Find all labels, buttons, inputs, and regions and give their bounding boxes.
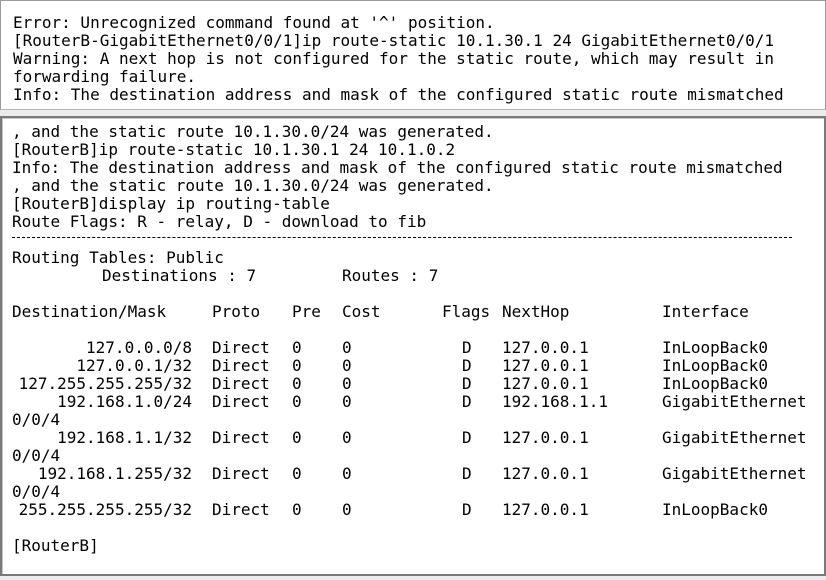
cell-flags: D xyxy=(462,464,472,483)
cell-pre: 0 xyxy=(292,374,302,393)
cell-interface: GigabitEthernet xyxy=(662,392,807,411)
cell-cost: 0 xyxy=(342,428,352,447)
cell-interface: GigabitEthernet xyxy=(662,464,807,483)
cell-nexthop: 127.0.0.1 xyxy=(502,464,589,483)
col-header-destination-mask: Destination/Mask xyxy=(12,302,167,321)
cell-cost: 0 xyxy=(342,500,352,519)
cell-nexthop: 192.168.1.1 xyxy=(502,392,608,411)
output-line: Info: The destination address and mask o… xyxy=(12,158,783,177)
cell-destination-mask: 192.168.1.255/32 xyxy=(37,464,192,483)
output-line: Warning: A next hop is not configured fo… xyxy=(13,49,774,68)
cell-interface: InLoopBack0 xyxy=(662,374,768,393)
col-header-cost: Cost xyxy=(342,302,381,321)
cell-pre: 0 xyxy=(292,464,302,483)
lower-output-pane[interactable]: , and the static route 10.1.30.0/24 was … xyxy=(0,116,826,576)
output-line: [RouterB]display ip routing-table xyxy=(12,194,330,213)
cell-cost: 0 xyxy=(342,338,352,357)
upper-output-pane[interactable]: Error: Unrecognized command found at '^'… xyxy=(0,0,826,110)
cell-nexthop: 127.0.0.1 xyxy=(502,500,589,519)
cell-flags: D xyxy=(462,338,472,357)
cell-pre: 0 xyxy=(292,356,302,375)
col-header-flags: Flags xyxy=(442,302,491,321)
output-line: Route Flags: R - relay, D - download to … xyxy=(12,212,427,231)
terminal-window: Error: Unrecognized command found at '^'… xyxy=(0,0,826,580)
cell-interface: InLoopBack0 xyxy=(662,338,768,357)
output-line: forwarding failure. xyxy=(13,67,197,86)
destinations-count: Destinations : 7 xyxy=(102,266,257,285)
cell-nexthop: 127.0.0.1 xyxy=(502,356,589,375)
cell-interface: GigabitEthernet xyxy=(662,428,807,447)
cell-proto: Direct xyxy=(212,356,270,375)
cell-destination-mask: 127.255.255.255/32 xyxy=(18,374,192,393)
cell-cost: 0 xyxy=(342,464,352,483)
cell-destination-mask: 192.168.1.1/32 xyxy=(57,428,192,447)
cell-flags: D xyxy=(462,500,472,519)
cell-pre: 0 xyxy=(292,338,302,357)
cell-destination-mask: 192.168.1.0/24 xyxy=(57,392,192,411)
cell-flags: D xyxy=(462,428,472,447)
cell-cost: 0 xyxy=(342,356,352,375)
col-header-pre: Pre xyxy=(292,302,321,321)
cell-pre: 0 xyxy=(292,392,302,411)
output-line: , and the static route 10.1.30.0/24 was … xyxy=(12,122,494,141)
cell-proto: Direct xyxy=(212,374,270,393)
cell-interface-wrap: 0/0/4 xyxy=(12,410,61,429)
output-line: [RouterB-GigabitEthernet0/0/1]ip route-s… xyxy=(13,31,774,50)
output-line: [RouterB]ip route-static 10.1.30.1 24 10… xyxy=(12,140,456,159)
cli-prompt[interactable]: [RouterB] xyxy=(12,537,99,555)
cell-flags: D xyxy=(462,356,472,375)
cell-destination-mask: 127.0.0.1/32 xyxy=(76,356,192,375)
cell-flags: D xyxy=(462,392,472,411)
cell-interface: InLoopBack0 xyxy=(662,356,768,375)
cell-interface-wrap: 0/0/4 xyxy=(12,482,61,501)
cell-destination-mask: 127.0.0.0/8 xyxy=(86,338,192,357)
cell-nexthop: 127.0.0.1 xyxy=(502,338,589,357)
cell-proto: Direct xyxy=(212,392,270,411)
routes-count: Routes : 7 xyxy=(342,266,439,285)
cell-proto: Direct xyxy=(212,500,270,519)
cell-cost: 0 xyxy=(342,392,352,411)
output-line: Info: The destination address and mask o… xyxy=(13,85,784,104)
cell-interface: InLoopBack0 xyxy=(662,500,768,519)
cell-nexthop: 127.0.0.1 xyxy=(502,428,589,447)
col-header-nexthop: NextHop xyxy=(502,302,570,321)
routing-tables-label: Routing Tables: Public xyxy=(12,248,224,267)
cell-pre: 0 xyxy=(292,500,302,519)
cell-flags: D xyxy=(462,374,472,393)
cell-proto: Direct xyxy=(212,464,270,483)
cell-destination-mask: 255.255.255.255/32 xyxy=(18,500,192,519)
cell-interface-wrap: 0/0/4 xyxy=(12,446,61,465)
output-line: Error: Unrecognized command found at '^'… xyxy=(13,13,495,32)
col-header-proto: Proto xyxy=(212,302,261,321)
separator-line xyxy=(12,237,792,238)
output-line: , and the static route 10.1.30.0/24 was … xyxy=(12,176,494,195)
cell-cost: 0 xyxy=(342,374,352,393)
cell-proto: Direct xyxy=(212,338,270,357)
cell-proto: Direct xyxy=(212,428,270,447)
col-header-interface: Interface xyxy=(662,302,749,321)
cell-nexthop: 127.0.0.1 xyxy=(502,374,589,393)
cell-pre: 0 xyxy=(292,428,302,447)
